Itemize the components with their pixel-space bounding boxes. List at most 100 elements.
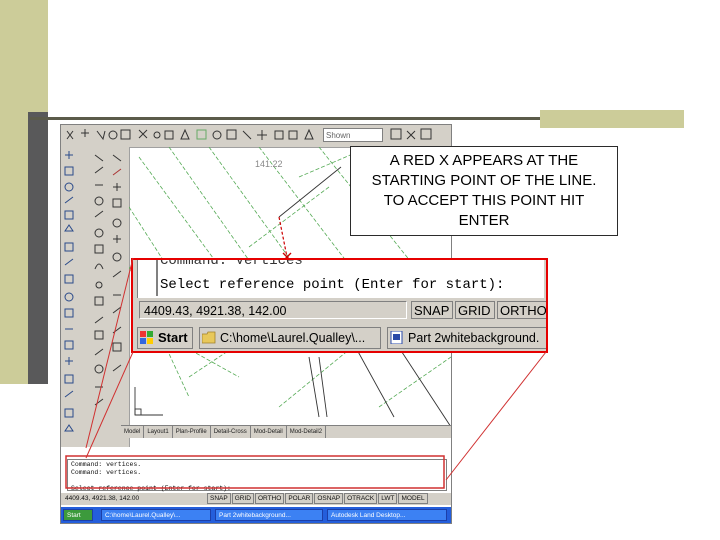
tool-icon bbox=[153, 131, 161, 139]
start-label: Start bbox=[158, 330, 188, 345]
tool-icon bbox=[64, 308, 74, 318]
tool-icon bbox=[113, 235, 121, 243]
tool-icon bbox=[81, 129, 89, 137]
layer-dropdown[interactable]: Shown bbox=[323, 128, 383, 142]
tool-icon bbox=[64, 408, 74, 418]
tool-icon bbox=[94, 364, 104, 374]
tool-icon bbox=[64, 196, 74, 204]
tool-icon bbox=[257, 130, 267, 140]
left-toolbars bbox=[61, 147, 130, 447]
tool-icon bbox=[64, 340, 74, 350]
elevation-label: 141.22 bbox=[255, 159, 283, 169]
tool-icon bbox=[95, 281, 103, 289]
tool-icon bbox=[112, 306, 122, 314]
model-toggle[interactable]: MODEL bbox=[398, 493, 428, 504]
command-line[interactable]: Command: vertices. Command: vertices. Se… bbox=[67, 459, 447, 492]
red-start-line bbox=[278, 216, 288, 258]
tool-icon bbox=[112, 154, 122, 162]
taskbar-item-document[interactable]: Part 2whitebackground... bbox=[215, 509, 323, 521]
command-history-line: Command: Vertices bbox=[160, 258, 303, 269]
coordinate-readout: 4409.43, 4921.38, 142.00 bbox=[65, 495, 140, 502]
feature-line bbox=[278, 166, 342, 218]
ortho-toggle[interactable]: ORTHO bbox=[254, 493, 285, 504]
zoomed-taskbar: Start C:\home\Laurel.Qualley\... Part 2w… bbox=[133, 324, 546, 351]
tool-icon bbox=[180, 128, 190, 140]
taskbar-item-explorer[interactable]: C:\home\Laurel.Qualley\... bbox=[101, 509, 211, 521]
osnap-toggle[interactable]: OSNAP bbox=[314, 493, 344, 504]
taskbar-item-explorer[interactable]: C:\home\Laurel.Qualley\... bbox=[199, 327, 381, 349]
tool-icon bbox=[64, 274, 74, 284]
top-toolbar: Shown bbox=[61, 125, 451, 148]
tab-model[interactable]: Model bbox=[121, 426, 145, 438]
command-history-line: Command: vertices. bbox=[71, 469, 142, 476]
command-history-line bbox=[71, 477, 443, 485]
windows-logo-icon bbox=[140, 331, 153, 344]
grid-toggle[interactable]: GRID bbox=[231, 493, 254, 504]
tool-icon bbox=[112, 252, 122, 262]
command-scrollbar[interactable] bbox=[142, 260, 158, 296]
left-tool-icons bbox=[64, 151, 122, 432]
contour-line bbox=[248, 186, 330, 248]
slide-right-block bbox=[540, 110, 684, 128]
otrack-toggle[interactable]: OTRACK bbox=[344, 493, 378, 504]
tool-icon bbox=[112, 218, 122, 228]
tool-icon bbox=[94, 166, 104, 174]
snap-toggle[interactable]: SNAP bbox=[411, 301, 453, 319]
command-prompt: Select reference point (Enter for start)… bbox=[160, 277, 505, 293]
tool-icon bbox=[406, 130, 416, 140]
connector-line bbox=[445, 351, 547, 481]
tool-icon bbox=[94, 263, 104, 270]
toolbar-icons bbox=[66, 128, 432, 141]
layout-tabs: Model Layout1 Plan-Profile Detail-Cross Mod-… bbox=[121, 425, 451, 438]
tool-icon bbox=[112, 364, 122, 372]
tool-icon bbox=[196, 129, 207, 140]
tool-icon bbox=[94, 316, 104, 324]
document-icon bbox=[390, 331, 403, 344]
tool-icon bbox=[64, 292, 74, 302]
tool-icon bbox=[112, 270, 122, 278]
zoomed-command-line: Command: Vertices Select reference point… bbox=[137, 260, 544, 298]
taskbar-item-autocad[interactable]: Autodesk Land Desktop... bbox=[327, 509, 447, 521]
tool-icon bbox=[242, 130, 252, 140]
polar-toggle[interactable]: POLAR bbox=[285, 493, 314, 504]
tool-icon bbox=[64, 390, 74, 398]
grid-toggle[interactable]: GRID bbox=[455, 301, 495, 319]
taskbar-item-document[interactable]: Part 2whitebackground. bbox=[387, 327, 546, 349]
tool-icon bbox=[112, 342, 122, 352]
tool-icon bbox=[274, 130, 284, 140]
lwt-toggle[interactable]: LWT bbox=[378, 493, 398, 504]
tool-icon bbox=[113, 183, 121, 191]
tool-icon bbox=[94, 210, 104, 218]
tool-icon bbox=[138, 129, 148, 139]
tool-icon bbox=[66, 130, 74, 140]
tab-layout2[interactable]: Plan-Profile bbox=[173, 426, 211, 438]
zoomed-command-inset: Command: Vertices Select reference point… bbox=[131, 258, 548, 353]
coordinate-readout: 4409.43, 4921.38, 142.00 bbox=[139, 301, 407, 319]
slide-left-bar bbox=[28, 112, 48, 384]
start-button[interactable]: Start bbox=[137, 327, 193, 349]
tool-icon bbox=[164, 130, 174, 140]
tool-icon bbox=[288, 130, 298, 140]
tool-icon bbox=[64, 374, 74, 384]
folder-icon bbox=[202, 331, 216, 344]
tool-icon bbox=[64, 242, 74, 252]
tool-icon bbox=[64, 424, 74, 432]
tool-icon bbox=[96, 130, 106, 141]
command-prompt: Select reference point (Enter for start)… bbox=[71, 485, 231, 492]
tab-layout3[interactable]: Detail-Cross bbox=[211, 426, 251, 438]
tool-icon bbox=[64, 166, 74, 176]
tool-icon bbox=[112, 326, 122, 334]
tool-icon bbox=[64, 258, 74, 266]
tool-icon bbox=[94, 154, 104, 162]
tab-layout1[interactable]: Layout1 bbox=[144, 426, 173, 438]
snap-toggle[interactable]: SNAP bbox=[207, 493, 231, 504]
tab-layout4[interactable]: Mod-Detail bbox=[251, 426, 287, 438]
ortho-toggle[interactable]: ORTHO bbox=[497, 301, 546, 319]
tool-icon bbox=[64, 224, 74, 232]
start-button[interactable]: Start bbox=[63, 509, 93, 521]
tab-layout5[interactable]: Mod-Detail2 bbox=[287, 426, 327, 438]
feature-line bbox=[308, 356, 320, 418]
tool-icon bbox=[65, 151, 73, 159]
zoomed-status-bar: 4409.43, 4921.38, 142.00 SNAP GRID ORTHO bbox=[137, 300, 546, 322]
tool-icon bbox=[112, 198, 122, 208]
